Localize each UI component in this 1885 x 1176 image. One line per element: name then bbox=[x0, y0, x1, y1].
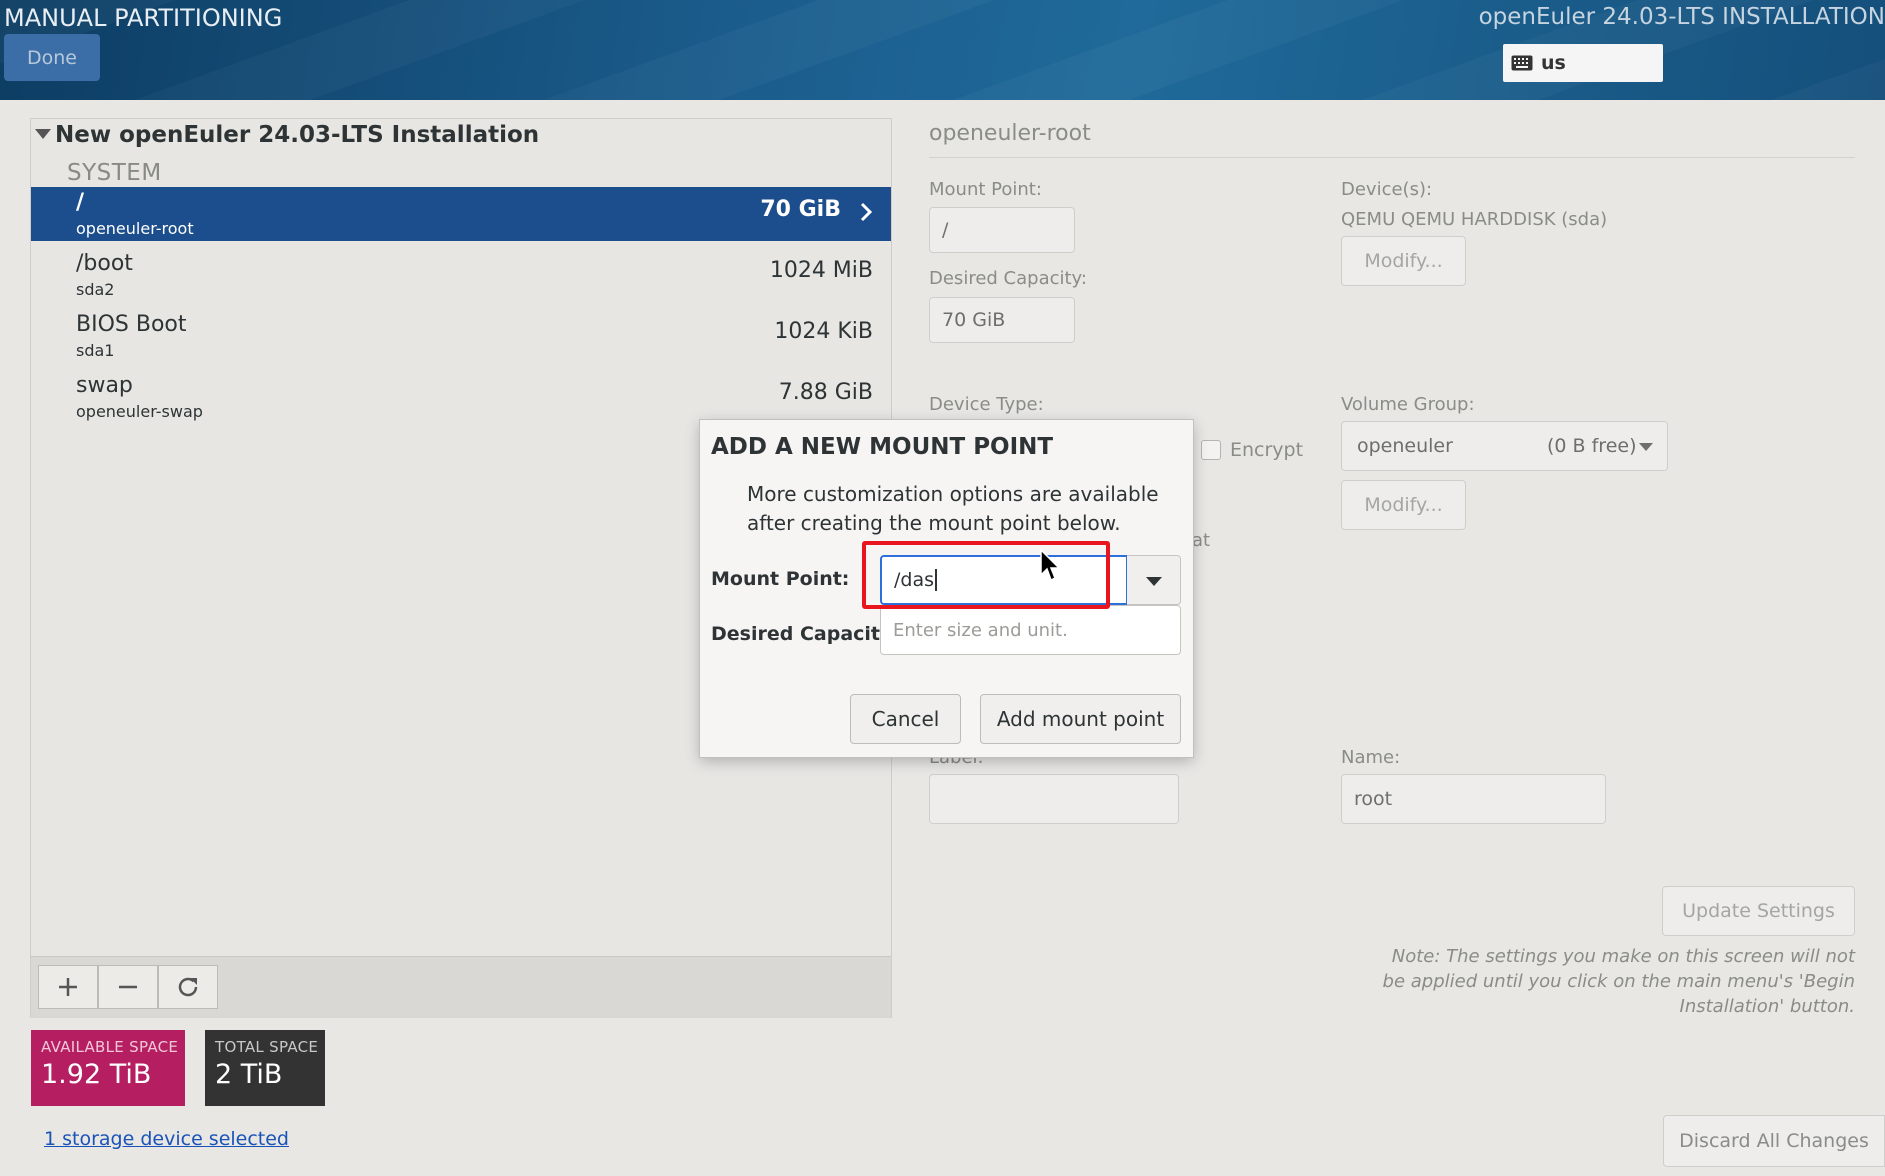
available-space-box: AVAILABLE SPACE 1.92 TiB bbox=[31, 1030, 185, 1106]
partition-size: 1024 MiB bbox=[769, 258, 873, 283]
partition-size: 1024 KiB bbox=[774, 319, 873, 344]
total-space-value: 2 TiB bbox=[215, 1059, 283, 1090]
partition-toolbar bbox=[31, 956, 891, 1018]
settings-note: Note: The settings you make on this scre… bbox=[1382, 946, 1855, 1017]
plus-icon bbox=[59, 978, 77, 996]
devices-value: QEMU QEMU HARDDISK (sda) bbox=[1341, 209, 1608, 230]
mount-point-field[interactable]: / bbox=[929, 207, 1075, 253]
partition-row-swap[interactable]: swap openeuler-swap 7.88 GiB bbox=[31, 370, 891, 424]
keyboard-layout-label: us bbox=[1541, 52, 1566, 74]
devices-label: Device(s): bbox=[1341, 179, 1433, 200]
partition-size: 7.88 GiB bbox=[778, 380, 873, 405]
add-partition-button[interactable] bbox=[38, 965, 98, 1009]
volume-group-free: (0 B free) bbox=[1547, 435, 1637, 457]
done-button[interactable]: Done bbox=[4, 34, 100, 81]
partition-row-bios-boot[interactable]: BIOS Boot sda1 1024 KiB bbox=[31, 309, 891, 363]
chevron-down-icon bbox=[1146, 577, 1162, 586]
mount-point-dropdown-button[interactable] bbox=[1127, 555, 1181, 605]
partition-name: swap bbox=[76, 373, 133, 398]
label-field[interactable] bbox=[929, 774, 1179, 824]
partition-name: /boot bbox=[76, 251, 133, 276]
add-mount-point-button[interactable]: Add mount point bbox=[980, 694, 1181, 744]
selected-device-title: openeuler-root bbox=[929, 121, 1091, 146]
dialog-capacity-label: Desired Capacity: bbox=[711, 623, 900, 645]
desired-capacity-label: Desired Capacity: bbox=[929, 268, 1087, 289]
divider bbox=[929, 157, 1855, 158]
page-title: MANUAL PARTITIONING bbox=[4, 4, 283, 32]
desired-capacity-input[interactable]: Enter size and unit. bbox=[880, 605, 1181, 655]
encrypt-checkbox[interactable] bbox=[1201, 440, 1221, 460]
device-type-label: Device Type: bbox=[929, 394, 1044, 415]
dialog-description: More customization options are available… bbox=[747, 482, 1159, 535]
remove-partition-button[interactable] bbox=[98, 965, 158, 1009]
refresh-icon bbox=[178, 977, 198, 997]
partition-device: sda1 bbox=[76, 341, 115, 360]
mouse-cursor-icon bbox=[1040, 549, 1061, 582]
dialog-mount-point-label: Mount Point: bbox=[711, 568, 850, 590]
partition-name: / bbox=[76, 190, 85, 215]
keyboard-layout-indicator[interactable]: us bbox=[1503, 44, 1663, 82]
partition-device: openeuler-root bbox=[76, 219, 194, 238]
cancel-button[interactable]: Cancel bbox=[850, 694, 961, 744]
refresh-button[interactable] bbox=[158, 965, 218, 1009]
dialog-title: ADD A NEW MOUNT POINT bbox=[711, 434, 1054, 460]
installation-group-title[interactable]: New openEuler 24.03-LTS Installation bbox=[55, 122, 539, 148]
partition-device: openeuler-swap bbox=[76, 402, 203, 421]
partition-row-boot[interactable]: /boot sda2 1024 MiB bbox=[31, 248, 891, 302]
installer-title: openEuler 24.03-LTS INSTALLATION bbox=[1478, 4, 1885, 30]
volume-group-label: Volume Group: bbox=[1341, 394, 1475, 415]
chevron-down-icon bbox=[1639, 443, 1653, 451]
modify-volume-group-button[interactable]: Modify... bbox=[1341, 480, 1466, 530]
volume-group-dropdown[interactable]: openeuler (0 B free) bbox=[1341, 421, 1668, 471]
volume-group-name: openeuler bbox=[1357, 435, 1453, 457]
name-field[interactable]: root bbox=[1341, 774, 1606, 824]
partial-hidden-text: at bbox=[1192, 530, 1211, 551]
total-space-label: TOTAL SPACE bbox=[215, 1038, 319, 1056]
partition-size: 70 GiB bbox=[760, 197, 841, 222]
keyboard-icon bbox=[1511, 55, 1533, 71]
mount-point-label: Mount Point: bbox=[929, 179, 1042, 200]
modify-devices-button[interactable]: Modify... bbox=[1341, 236, 1466, 286]
highlight-box bbox=[862, 541, 1110, 609]
storage-devices-link[interactable]: 1 storage device selected bbox=[44, 1128, 289, 1150]
chevron-right-icon bbox=[860, 202, 873, 222]
partition-device: sda2 bbox=[76, 280, 115, 299]
discard-all-changes-button[interactable]: Discard All Changes bbox=[1663, 1115, 1885, 1167]
desired-capacity-field[interactable]: 70 GiB bbox=[929, 297, 1075, 343]
system-section-label: SYSTEM bbox=[67, 160, 162, 186]
encrypt-label: Encrypt bbox=[1230, 439, 1304, 461]
total-space-box: TOTAL SPACE 2 TiB bbox=[205, 1030, 325, 1106]
update-settings-button[interactable]: Update Settings bbox=[1662, 886, 1855, 936]
partition-row-root[interactable]: / openeuler-root 70 GiB bbox=[31, 187, 891, 241]
available-space-label: AVAILABLE SPACE bbox=[41, 1038, 179, 1056]
minus-icon bbox=[119, 985, 137, 989]
expander-triangle-icon[interactable] bbox=[35, 129, 51, 139]
name-field-label: Name: bbox=[1341, 747, 1401, 768]
available-space-value: 1.92 TiB bbox=[41, 1059, 152, 1090]
partition-name: BIOS Boot bbox=[76, 312, 187, 337]
